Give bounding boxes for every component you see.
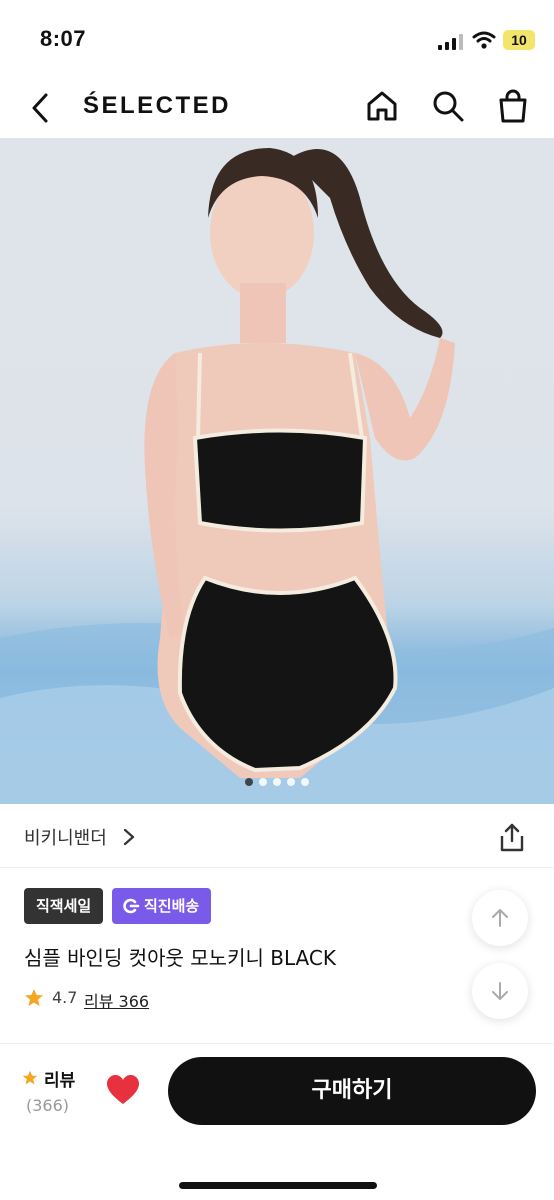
- signal-icon: [438, 34, 463, 50]
- top-nav-bar: ŚELECTED: [0, 80, 554, 138]
- home-icon[interactable]: [364, 88, 400, 124]
- review-label[interactable]: 리뷰: [44, 1066, 75, 1091]
- product-photo: [0, 148, 554, 804]
- star-icon: [25, 989, 43, 1006]
- chevron-right-icon[interactable]: [122, 828, 136, 846]
- brand-row: 비키니밴더: [0, 804, 554, 868]
- search-icon[interactable]: [430, 88, 466, 124]
- gallery-dot[interactable]: [301, 778, 309, 786]
- buy-button[interactable]: 구매하기: [168, 1057, 536, 1125]
- shopping-bag-icon[interactable]: [495, 88, 531, 124]
- battery-indicator: 10: [503, 30, 535, 50]
- status-time: 8:07: [40, 26, 87, 51]
- sale-badge: 직잭세일: [24, 888, 104, 924]
- delivery-arrow-icon: [123, 898, 140, 914]
- gallery-dot[interactable]: [259, 778, 267, 786]
- scroll-down-button[interactable]: [472, 963, 528, 1019]
- review-count[interactable]: (366): [26, 1096, 69, 1115]
- review-count-link[interactable]: 리뷰 366: [84, 988, 149, 1012]
- back-icon[interactable]: [26, 90, 56, 126]
- gallery-dot[interactable]: [245, 778, 253, 786]
- product-title: 심플 바인딩 컷아웃 모노키니 BLACK: [24, 946, 336, 970]
- share-icon[interactable]: [496, 822, 528, 854]
- product-image-gallery[interactable]: [0, 138, 554, 804]
- scroll-up-button[interactable]: [472, 890, 528, 946]
- status-bar: 8:07 10: [0, 0, 554, 80]
- gallery-dot[interactable]: [287, 778, 295, 786]
- direct-delivery-label: 직진배송: [144, 897, 200, 915]
- wifi-icon: [472, 31, 496, 49]
- direct-delivery-badge: 직진배송: [112, 888, 212, 924]
- gallery-pagination: [0, 778, 554, 792]
- gallery-dot[interactable]: [273, 778, 281, 786]
- arrow-up-icon: [492, 909, 508, 927]
- star-icon: [22, 1070, 38, 1085]
- bottom-action-bar: 리뷰 (366) 구매하기: [0, 1043, 554, 1200]
- brand-logo[interactable]: ŚELECTED: [83, 92, 231, 120]
- rating-value: 4.7: [52, 988, 78, 1007]
- heart-icon[interactable]: [106, 1074, 140, 1106]
- brand-name-link[interactable]: 비키니밴더: [24, 824, 107, 850]
- arrow-down-icon: [492, 982, 508, 1000]
- home-indicator: [179, 1182, 377, 1189]
